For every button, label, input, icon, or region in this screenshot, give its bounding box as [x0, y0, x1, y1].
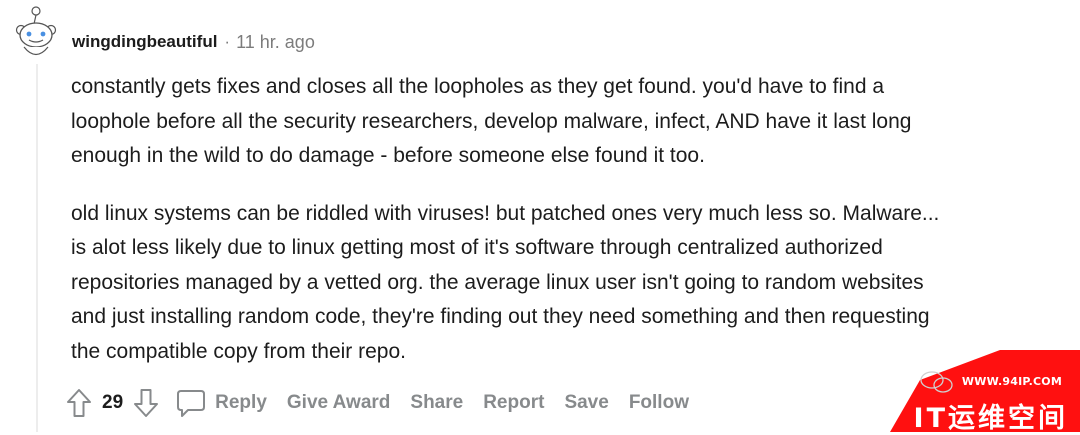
save-button[interactable]: Save	[564, 392, 608, 414]
chat-bubble-icon	[175, 386, 207, 420]
paragraph-2-line-4: and just installing random code, they're…	[71, 305, 930, 328]
comment: wingdingbeautiful · 11 hr. ago constantl…	[0, 0, 1080, 434]
username[interactable]: wingdingbeautiful	[72, 32, 217, 52]
thread-line[interactable]	[36, 64, 38, 432]
paragraph-2-line-1: old linux systems can be riddled with vi…	[71, 201, 940, 225]
timestamp[interactable]: 11 hr. ago	[236, 32, 315, 53]
paragraph-1-line-1: constantly gets fixes and closes all the…	[71, 75, 885, 98]
avatar[interactable]	[14, 4, 58, 60]
follow-button[interactable]: Follow	[629, 392, 689, 414]
downvote-button[interactable]	[131, 386, 161, 420]
arrow-down-icon	[134, 389, 159, 417]
comment-body: constantly gets fixes and closes all the…	[71, 70, 1071, 369]
vote-score: 29	[102, 392, 124, 413]
share-button[interactable]: Share	[410, 392, 463, 414]
comment-header: wingdingbeautiful · 11 hr. ago	[72, 30, 315, 54]
watermark-brand: IT运维空间	[913, 403, 1068, 434]
separator-dot: ·	[224, 32, 231, 51]
paragraph-2-line-2: is alot less likely due to linux getting…	[71, 236, 883, 259]
wechat-logo-icon	[920, 371, 953, 393]
upvote-button[interactable]	[64, 386, 94, 420]
paragraph-2-line-3: repositories managed by a vetted org. th…	[71, 270, 924, 294]
snoo-avatar-icon	[15, 6, 57, 56]
comment-actions: 29 Reply Give Award Share Report Save Fo…	[64, 384, 709, 422]
watermark-url: WWW.94IP.COM	[961, 375, 1062, 388]
report-button[interactable]: Report	[483, 392, 544, 414]
paragraph-1-line-2: loophole before all the security researc…	[71, 109, 912, 133]
give-award-button[interactable]: Give Award	[287, 392, 391, 414]
reply-label: Reply	[215, 392, 267, 413]
reply-button[interactable]: Reply	[175, 386, 287, 420]
paragraph-1-line-3: enough in the wild to do damage - before…	[71, 144, 705, 167]
arrow-up-icon	[67, 389, 91, 417]
